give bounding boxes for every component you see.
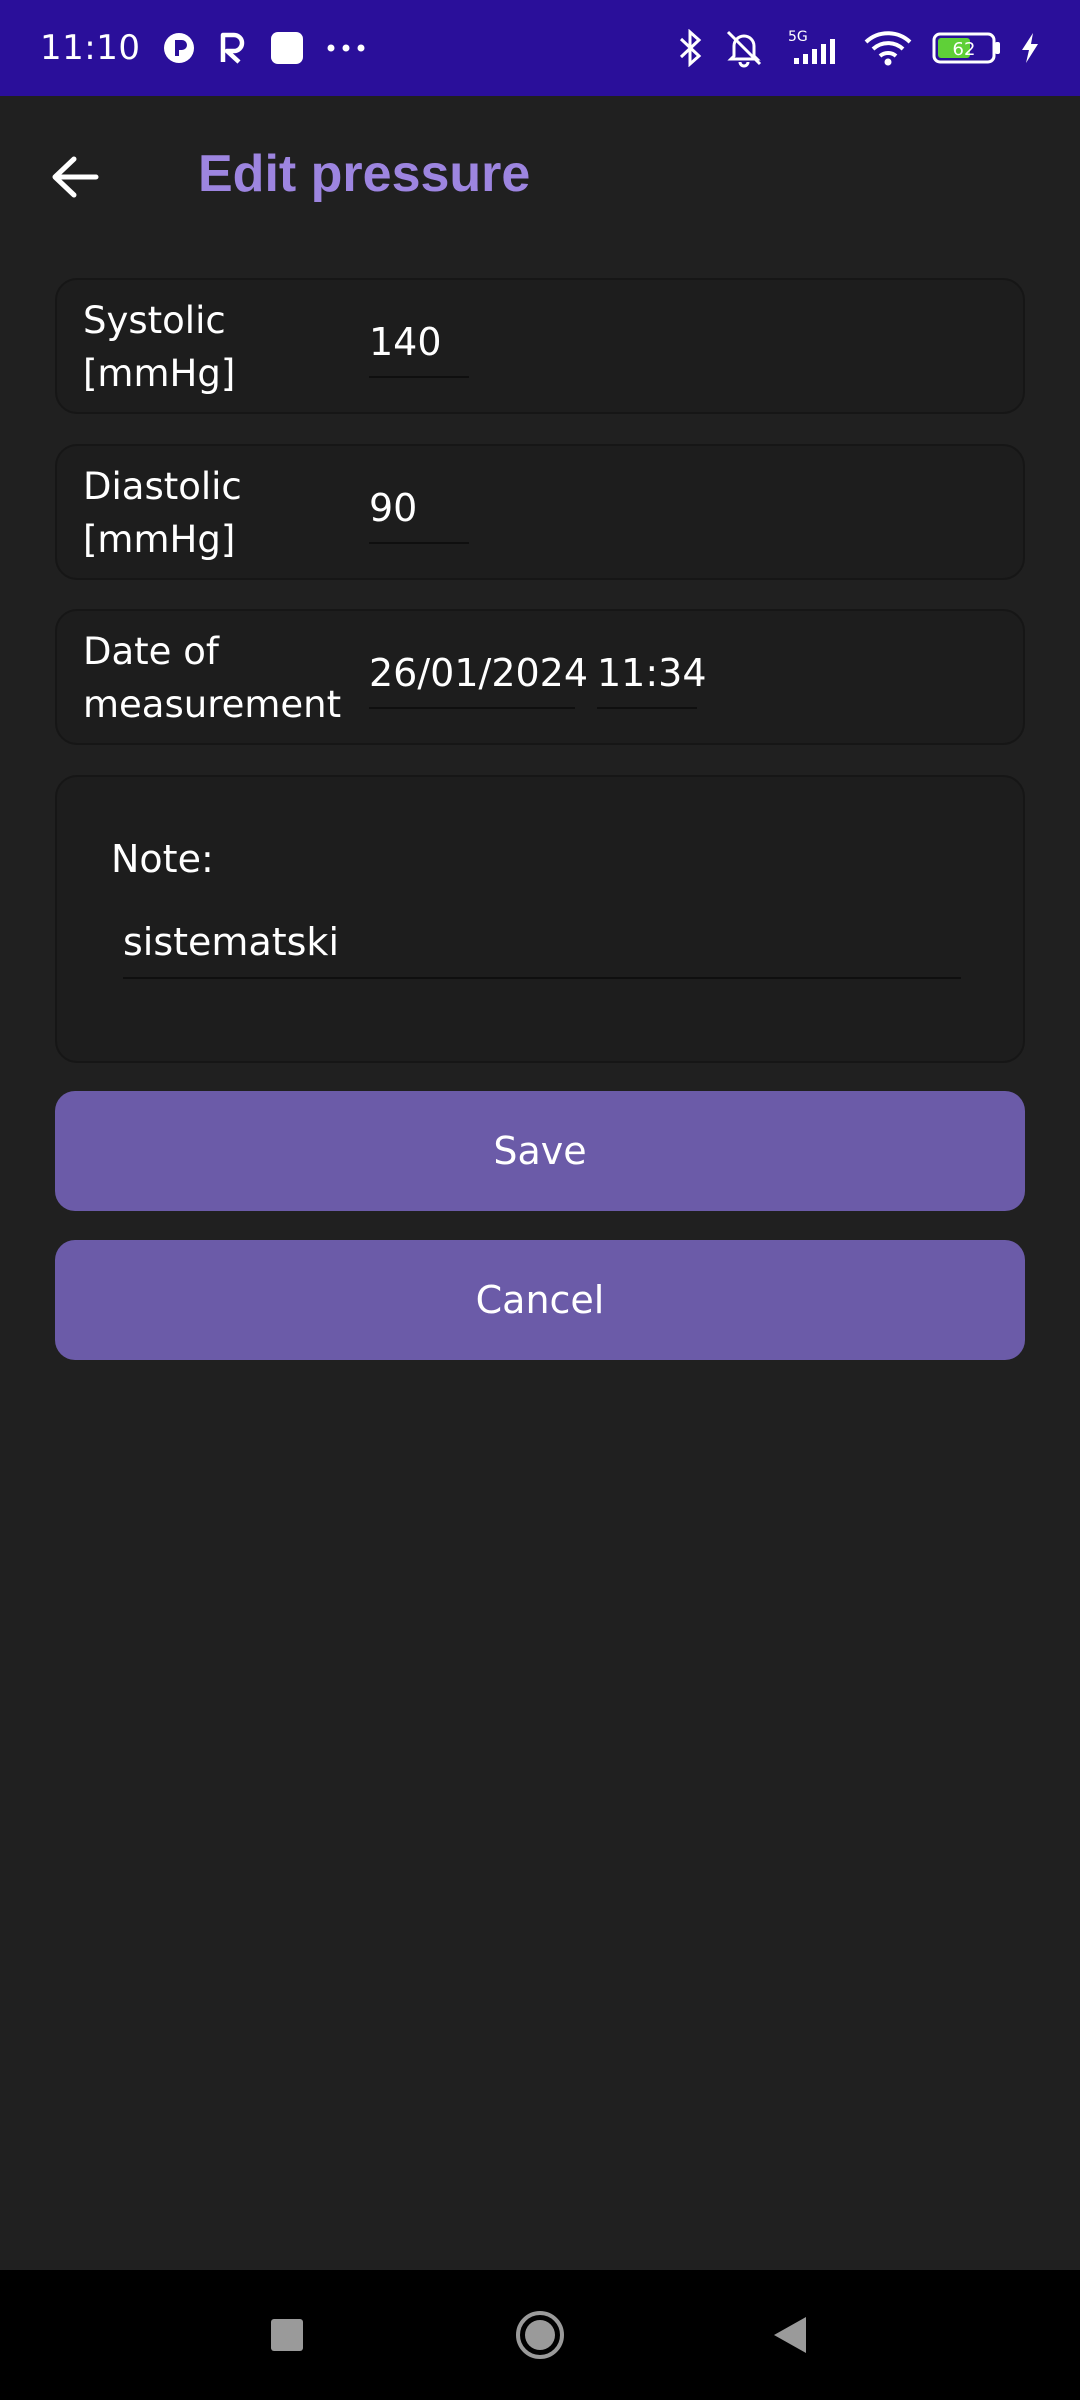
systolic-label-line2: [mmHg] <box>83 352 236 395</box>
status-left: 11:10 <box>40 28 366 68</box>
recents-square-icon <box>271 2319 303 2351</box>
diastolic-label: Diastolic [mmHg] <box>83 460 242 566</box>
back-nav-button[interactable] <box>730 2270 850 2400</box>
date-label-line1: Date of <box>83 630 219 673</box>
systolic-input[interactable]: 140 <box>369 308 469 378</box>
systolic-label-line1: Systolic <box>83 299 226 342</box>
save-button[interactable]: Save <box>55 1091 1025 1211</box>
back-button[interactable] <box>40 142 110 212</box>
home-circle-icon <box>516 2311 564 2359</box>
recents-button[interactable] <box>227 2270 347 2400</box>
navigation-bar <box>0 2270 1080 2400</box>
battery-icon: 62 <box>932 31 1002 65</box>
app-notification-icon <box>162 31 196 65</box>
diastolic-label-line2: [mmHg] <box>83 518 236 561</box>
app-bar: Edit pressure <box>0 96 1080 256</box>
diastolic-card: Diastolic [mmHg] 90 <box>55 444 1025 580</box>
status-time: 11:10 <box>40 28 141 68</box>
note-label: Note: <box>111 837 214 881</box>
muted-bell-icon <box>722 28 766 68</box>
square-notification-icon <box>270 31 304 65</box>
status-right: 5G 62 <box>678 28 1040 68</box>
time-input[interactable]: 11:34 <box>597 639 707 709</box>
diastolic-input[interactable]: 90 <box>369 474 469 544</box>
bluetooth-icon <box>678 29 704 67</box>
charging-icon <box>1020 32 1040 64</box>
date-label-line2: measurement <box>83 683 342 726</box>
r-notification-icon <box>218 32 248 64</box>
status-bar: 11:10 5G 62 <box>0 0 1080 96</box>
page-title: Edit pressure <box>198 145 531 203</box>
date-label: Date of measurement <box>83 625 341 731</box>
diastolic-label-line1: Diastolic <box>83 465 242 508</box>
signal-5g-icon: 5G <box>784 28 844 68</box>
note-input[interactable]: sistematski <box>123 907 961 979</box>
back-arrow-icon <box>52 156 99 198</box>
wifi-icon <box>862 28 914 68</box>
date-input[interactable]: 26/01/2024 <box>369 639 588 709</box>
note-card: Note: sistematski <box>55 775 1025 1063</box>
battery-level-text: 62 <box>953 39 976 60</box>
more-notifications-icon <box>326 43 366 53</box>
systolic-label: Systolic [mmHg] <box>83 294 235 400</box>
home-button[interactable] <box>480 2270 600 2400</box>
svg-text:5G: 5G <box>788 29 808 45</box>
systolic-card: Systolic [mmHg] 140 <box>55 278 1025 414</box>
back-triangle-icon <box>774 2317 806 2353</box>
cancel-button[interactable]: Cancel <box>55 1240 1025 1360</box>
date-card: Date of measurement 26/01/2024 11:34 <box>55 609 1025 745</box>
